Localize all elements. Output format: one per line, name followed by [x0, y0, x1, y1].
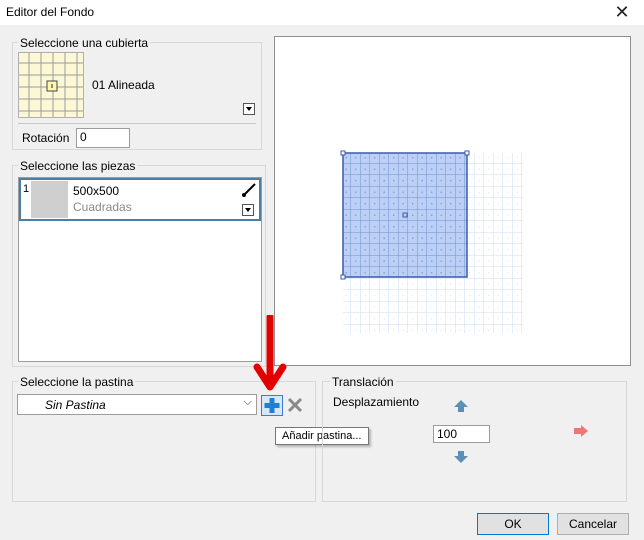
chevron-down-icon: ⌵	[243, 396, 252, 408]
piece-dropdown-button[interactable]	[242, 204, 254, 216]
rotation-input[interactable]: 0	[76, 128, 130, 148]
plus-icon	[264, 398, 280, 413]
cover-dropdown-button[interactable]	[243, 103, 255, 115]
translation-group-label: Translación	[330, 375, 396, 389]
cover-thumbnail[interactable]	[18, 52, 84, 118]
annotation-arrow-icon	[252, 313, 288, 395]
piece-name: 500x500	[73, 184, 120, 198]
cover-name: 01 Alineada	[92, 78, 155, 92]
grout-group-label: Seleccione la pastina	[18, 375, 136, 389]
cover-group-label: Seleccione una cubierta	[18, 36, 151, 50]
arrow-down-icon	[454, 451, 468, 463]
arrow-down-button[interactable]	[452, 449, 470, 465]
cover-divider	[18, 123, 256, 124]
arrow-right-button[interactable]	[572, 423, 590, 439]
title-bar	[0, 0, 644, 26]
close-icon[interactable]: ✕	[612, 2, 632, 22]
rotation-label: Rotación	[22, 131, 70, 145]
displacement-label: Desplazamiento	[333, 395, 420, 409]
cover-grid-icon	[19, 53, 83, 117]
grout-selected-value: Sin Pastina	[45, 398, 106, 412]
arrow-up-icon	[454, 400, 468, 412]
add-grout-button[interactable]	[261, 395, 283, 416]
brush-icon[interactable]	[240, 181, 258, 199]
piece-subtitle: Cuadradas	[73, 200, 132, 214]
cancel-button[interactable]: Cancelar	[557, 513, 629, 535]
grout-select[interactable]: Sin Pastina ⌵	[17, 394, 257, 415]
ok-button[interactable]: OK	[477, 513, 549, 535]
preview-canvas[interactable]	[274, 36, 631, 366]
pieces-group-label: Seleccione las piezas	[18, 159, 138, 173]
piece-thumbnail	[31, 181, 68, 218]
piece-index: 1	[23, 183, 30, 195]
preview-tiles	[340, 150, 523, 333]
arrow-up-button[interactable]	[452, 398, 470, 414]
remove-grout-button[interactable]	[286, 396, 304, 414]
delete-icon	[287, 397, 303, 413]
window-title: Editor del Fondo	[6, 5, 95, 19]
arrow-right-icon	[574, 425, 588, 437]
displacement-input[interactable]: 100	[433, 425, 490, 443]
